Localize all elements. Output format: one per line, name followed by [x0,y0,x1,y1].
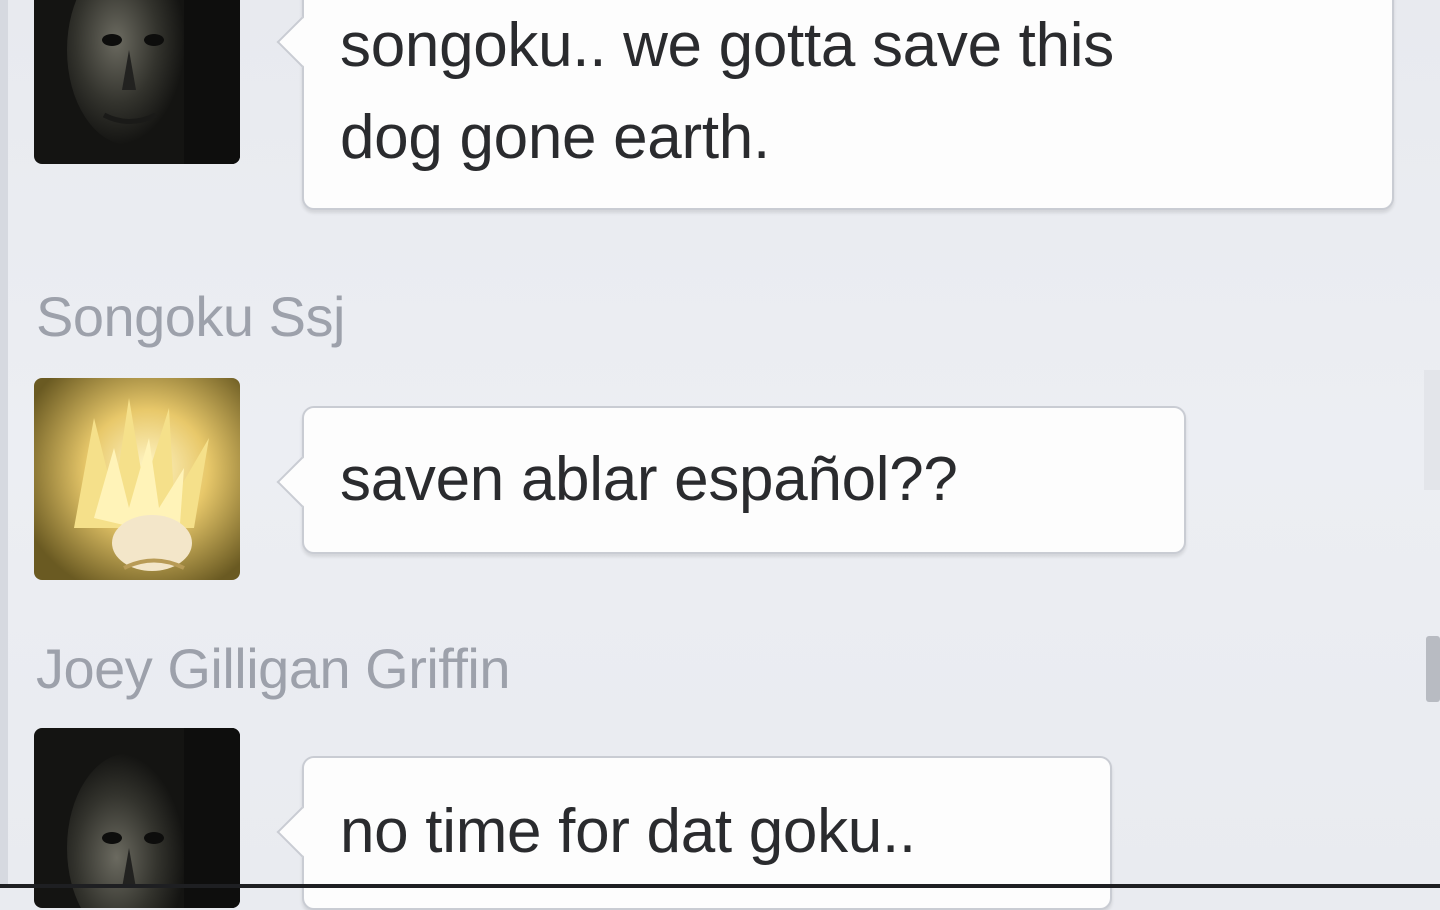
scrollbar-thumb[interactable] [1426,636,1440,702]
bubble-tail [276,456,328,508]
message-text-line: songoku.. we gotta save this [340,11,1114,80]
avatar-joey-gilligan-griffin[interactable] [34,728,240,908]
avatar-songoku-ssj[interactable] [34,378,240,580]
sender-name[interactable]: Joey Gilligan Griffin [36,636,511,701]
dark-bald-man-avatar-icon [34,0,240,164]
scrollbar-track[interactable] [1424,370,1440,490]
dark-bald-man-avatar-icon [34,728,240,908]
super-saiyan-goku-avatar-icon [34,378,240,580]
message-bubble: saven ablar español?? [276,406,1186,554]
sender-name[interactable]: Songoku Ssj [36,284,345,349]
message-text-line: dog gone earth. [340,103,770,172]
bottom-edge [0,884,1440,888]
bubble-tail [276,806,328,858]
message-text-line: saven ablar español?? [340,445,958,514]
bubble-tail [276,16,328,68]
avatar-joey-gilligan-griffin[interactable] [34,0,240,164]
message-bubble: songoku.. we gotta save this dog gone ea… [276,0,1394,210]
chat-pane-border [0,0,8,888]
chat-conversation-pane: songoku.. we gotta save this dog gone ea… [0,0,1440,910]
message-text-line: no time for dat goku.. [340,797,916,866]
